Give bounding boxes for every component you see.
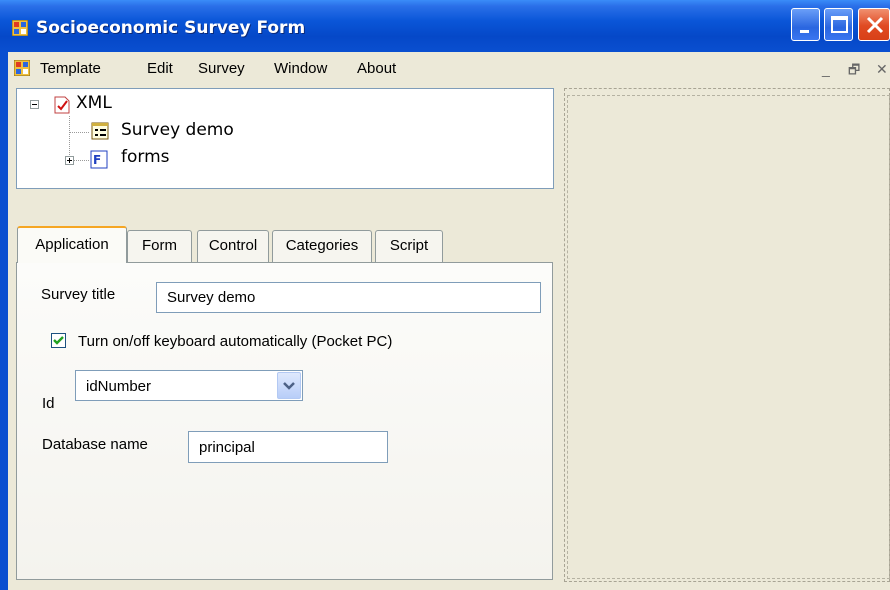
- xml-document-icon: [54, 96, 70, 119]
- tab-categories[interactable]: Categories: [272, 230, 372, 262]
- close-icon: [866, 16, 884, 34]
- survey-form-icon: [91, 122, 109, 145]
- id-select[interactable]: idNumber: [75, 370, 303, 401]
- keyboard-checkbox-label[interactable]: Turn on/off keyboard automatically (Pock…: [78, 333, 392, 350]
- title-bar[interactable]: Socioeconomic Survey Form: [0, 0, 890, 52]
- menu-about[interactable]: About: [357, 60, 396, 77]
- survey-title-input[interactable]: [156, 282, 541, 313]
- survey-tree[interactable]: XML Survey demo F forms: [16, 88, 554, 189]
- collapse-xml-icon[interactable]: [30, 100, 39, 109]
- mdi-child-icon[interactable]: [13, 59, 31, 77]
- id-select-value: idNumber: [86, 378, 152, 395]
- mdi-close-button[interactable]: ✕: [876, 61, 888, 78]
- expand-forms-icon[interactable]: [65, 156, 74, 165]
- chevron-down-icon: [283, 382, 295, 390]
- app-form-icon: [11, 19, 29, 37]
- mdi-restore-button[interactable]: 🗗: [848, 61, 860, 83]
- minimize-icon: [800, 30, 809, 33]
- keyboard-checkbox[interactable]: [51, 333, 66, 348]
- database-name-label: Database name: [42, 436, 148, 453]
- tab-application[interactable]: Application: [17, 226, 127, 263]
- maximize-button[interactable]: [824, 8, 853, 41]
- survey-title-label: Survey title: [41, 286, 116, 303]
- maximize-icon: [831, 16, 848, 33]
- dropdown-button[interactable]: [277, 372, 301, 399]
- menu-survey[interactable]: Survey: [198, 60, 245, 77]
- checkmark-icon: [53, 336, 64, 345]
- menu-bar: Template Edit Survey Window About _ 🗗 ✕: [8, 52, 890, 84]
- menu-template[interactable]: Template: [40, 60, 101, 77]
- window-frame-left: [0, 52, 8, 590]
- menu-edit[interactable]: Edit: [147, 60, 173, 77]
- tab-control[interactable]: Control: [197, 230, 269, 262]
- tree-node-xml[interactable]: XML: [76, 93, 112, 113]
- tree-node-forms[interactable]: forms: [121, 147, 170, 167]
- close-button[interactable]: [858, 8, 890, 41]
- svg-text:F: F: [93, 153, 101, 167]
- mdi-placeholder-frame: [567, 95, 890, 579]
- tab-script[interactable]: Script: [375, 230, 443, 262]
- window-title: Socioeconomic Survey Form: [36, 18, 306, 38]
- app-window: Socioeconomic Survey Form Template Edit …: [0, 0, 890, 590]
- mdi-minimize-button[interactable]: _: [822, 61, 830, 77]
- id-label: Id: [42, 395, 55, 412]
- tree-node-survey-demo[interactable]: Survey demo: [121, 120, 234, 140]
- database-name-input[interactable]: [188, 431, 388, 463]
- minimize-button[interactable]: [791, 8, 820, 41]
- forms-icon: F: [90, 150, 108, 174]
- tab-form[interactable]: Form: [127, 230, 192, 262]
- menu-window[interactable]: Window: [274, 60, 327, 77]
